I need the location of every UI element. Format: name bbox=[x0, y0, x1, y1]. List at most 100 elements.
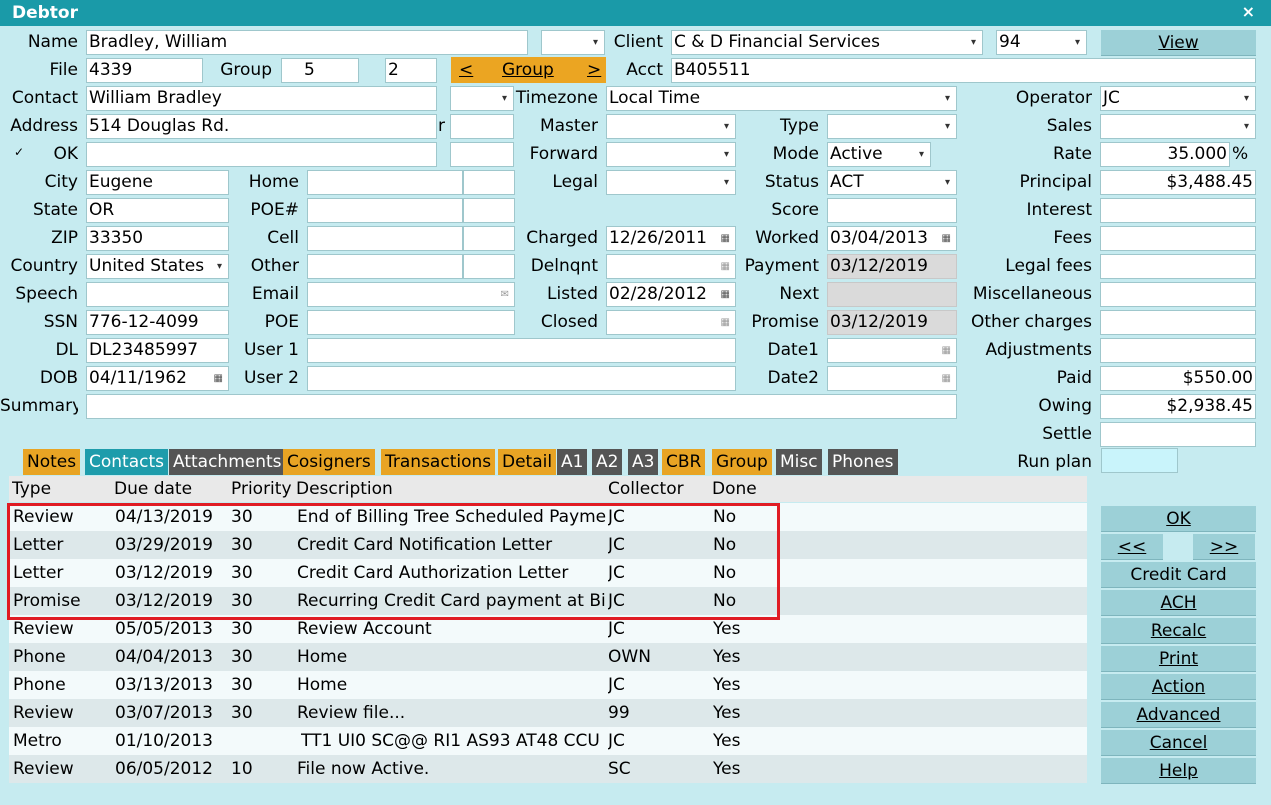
ssn-field[interactable]: 776-12-4099 bbox=[86, 310, 229, 335]
table-row[interactable]: Review 04/13/2019 30 End of Billing Tree… bbox=[9, 503, 1087, 531]
dl-field[interactable]: DL23485997 bbox=[86, 338, 229, 363]
column-header-description[interactable]: Description bbox=[296, 476, 393, 502]
principal-field[interactable]: $3,488.45 bbox=[1100, 170, 1256, 195]
miscellaneous-field[interactable] bbox=[1100, 282, 1256, 307]
calendar-icon[interactable]: ▦ bbox=[942, 367, 951, 390]
type-select[interactable]: ▾ bbox=[827, 114, 957, 139]
owing-field[interactable]: $2,938.45 bbox=[1100, 394, 1256, 419]
column-header-due-date[interactable]: Due date bbox=[114, 476, 192, 502]
advanced-button[interactable]: Advanced bbox=[1101, 702, 1256, 728]
tab-a3[interactable]: A3 bbox=[628, 449, 659, 475]
summary-field[interactable] bbox=[86, 394, 957, 419]
table-row[interactable]: Promise 03/12/2019 30 Recurring Credit C… bbox=[9, 587, 1087, 615]
group-nav[interactable]: < Group > bbox=[451, 57, 606, 83]
user1-field[interactable] bbox=[307, 338, 736, 363]
name-field[interactable]: Bradley, William bbox=[86, 30, 528, 55]
client-number-select[interactable]: 94 ▾ bbox=[996, 30, 1087, 55]
tab-transactions[interactable]: Transactions bbox=[381, 449, 496, 475]
ok-checkbox[interactable]: ✓ bbox=[14, 145, 28, 159]
table-row[interactable]: Review 03/07/2013 30 Review file... 99 Y… bbox=[9, 699, 1087, 727]
table-row[interactable]: Metro 01/10/2013 TT1 UI0 SC@@ RI1 AS93 A… bbox=[9, 727, 1087, 755]
group-field[interactable]: 5 bbox=[281, 58, 359, 83]
group-button[interactable]: Group bbox=[502, 57, 554, 83]
file-field[interactable]: 4339 bbox=[86, 58, 203, 83]
adjustments-field[interactable] bbox=[1100, 338, 1256, 363]
email-icon[interactable]: ✉ bbox=[501, 283, 509, 306]
calendar-icon[interactable]: ▦ bbox=[721, 283, 730, 306]
tab-phones[interactable]: Phones bbox=[828, 449, 898, 475]
settle-field[interactable] bbox=[1100, 422, 1256, 447]
cell-phone-field[interactable] bbox=[307, 226, 463, 251]
print-button[interactable]: Print bbox=[1101, 646, 1256, 672]
fees-field[interactable] bbox=[1100, 226, 1256, 251]
country-select[interactable]: United States ▾ bbox=[86, 254, 229, 279]
home-phone-field[interactable] bbox=[307, 170, 463, 195]
legal-fees-field[interactable] bbox=[1100, 254, 1256, 279]
city-field[interactable]: Eugene bbox=[86, 170, 229, 195]
tab-a2[interactable]: A2 bbox=[592, 449, 623, 475]
listed-field[interactable]: 02/28/2012 ▦ bbox=[606, 282, 736, 307]
tab-group[interactable]: Group bbox=[712, 449, 772, 475]
date2-field[interactable]: ▦ bbox=[827, 366, 957, 391]
poe-phone-field[interactable] bbox=[307, 198, 463, 223]
client-select[interactable]: C & D Financial Services ▾ bbox=[671, 30, 983, 55]
next-record-button[interactable]: >> bbox=[1193, 534, 1255, 560]
column-header-type[interactable]: Type bbox=[12, 476, 51, 502]
group-prev-button[interactable]: < bbox=[459, 57, 473, 83]
credit-card-button[interactable]: Credit Card bbox=[1101, 562, 1256, 588]
column-header-collector[interactable]: Collector bbox=[608, 476, 684, 502]
tab-a1[interactable]: A1 bbox=[557, 449, 588, 475]
operator-select[interactable]: JC ▾ bbox=[1100, 86, 1256, 111]
other-ext-field[interactable] bbox=[463, 254, 515, 279]
prev-record-button[interactable]: << bbox=[1101, 534, 1163, 560]
address2-extra-field[interactable] bbox=[450, 142, 514, 167]
interest-field[interactable] bbox=[1100, 198, 1256, 223]
date1-field[interactable]: ▦ bbox=[827, 338, 957, 363]
rate-field[interactable]: 35.000 bbox=[1100, 142, 1230, 167]
column-header-done[interactable]: Done bbox=[712, 476, 757, 502]
other-charges-field[interactable] bbox=[1100, 310, 1256, 335]
tab-notes[interactable]: Notes bbox=[23, 449, 81, 475]
table-row[interactable]: Review 06/05/2012 10 File now Active. SC… bbox=[9, 755, 1087, 783]
table-row[interactable]: Letter 03/29/2019 30 Credit Card Notific… bbox=[9, 531, 1087, 559]
address2-field[interactable] bbox=[86, 142, 437, 167]
contact-field[interactable]: William Bradley bbox=[86, 86, 437, 111]
worked-field[interactable]: 03/04/2013 ▦ bbox=[827, 226, 957, 251]
tab-detail[interactable]: Detail bbox=[498, 449, 557, 475]
view-button[interactable]: View bbox=[1101, 30, 1256, 56]
name-suffix-select[interactable]: ▾ bbox=[541, 30, 605, 55]
calendar-icon[interactable]: ▦ bbox=[214, 367, 223, 390]
group-next-button[interactable]: > bbox=[587, 57, 601, 83]
legal-select[interactable]: ▾ bbox=[606, 170, 736, 195]
run-plan-field[interactable] bbox=[1101, 448, 1178, 473]
close-icon[interactable]: × bbox=[1242, 2, 1255, 21]
calendar-icon[interactable]: ▦ bbox=[942, 339, 951, 362]
zip-field[interactable]: 33350 bbox=[86, 226, 229, 251]
address-field[interactable]: 514 Douglas Rd. bbox=[86, 114, 437, 139]
column-header-priority[interactable]: Priority bbox=[231, 476, 292, 502]
charged-field[interactable]: 12/26/2011 ▦ bbox=[606, 226, 736, 251]
paid-field[interactable]: $550.00 bbox=[1100, 366, 1256, 391]
help-button[interactable]: Help bbox=[1101, 758, 1256, 784]
tab-contacts[interactable]: Contacts bbox=[85, 449, 168, 475]
sales-select[interactable]: ▾ bbox=[1100, 114, 1256, 139]
recalc-button[interactable]: Recalc bbox=[1101, 618, 1256, 644]
ach-button[interactable]: ACH bbox=[1101, 590, 1256, 616]
email-field[interactable]: ✉ bbox=[307, 282, 515, 307]
table-row[interactable]: Phone 03/13/2013 30 Home JC Yes bbox=[9, 671, 1087, 699]
calendar-icon[interactable]: ▦ bbox=[942, 227, 951, 250]
score-field[interactable] bbox=[827, 198, 957, 223]
table-row[interactable]: Phone 04/04/2013 30 Home OWN Yes bbox=[9, 643, 1087, 671]
table-row[interactable]: Review 05/05/2013 30 Review Account JC Y… bbox=[9, 615, 1087, 643]
delnqnt-field[interactable]: ▦ bbox=[606, 254, 736, 279]
user2-field[interactable] bbox=[307, 366, 736, 391]
dob-field[interactable]: 04/11/1962 ▦ bbox=[86, 366, 229, 391]
cell-ext-field[interactable] bbox=[463, 226, 515, 251]
mode-select[interactable]: Active ▾ bbox=[827, 142, 931, 167]
calendar-icon[interactable]: ▦ bbox=[721, 227, 730, 250]
speech-field[interactable] bbox=[86, 282, 229, 307]
poe-field[interactable] bbox=[307, 310, 515, 335]
forward-select[interactable]: ▾ bbox=[606, 142, 736, 167]
cancel-button[interactable]: Cancel bbox=[1101, 730, 1256, 756]
group-sub-field[interactable]: 2 bbox=[385, 58, 437, 83]
